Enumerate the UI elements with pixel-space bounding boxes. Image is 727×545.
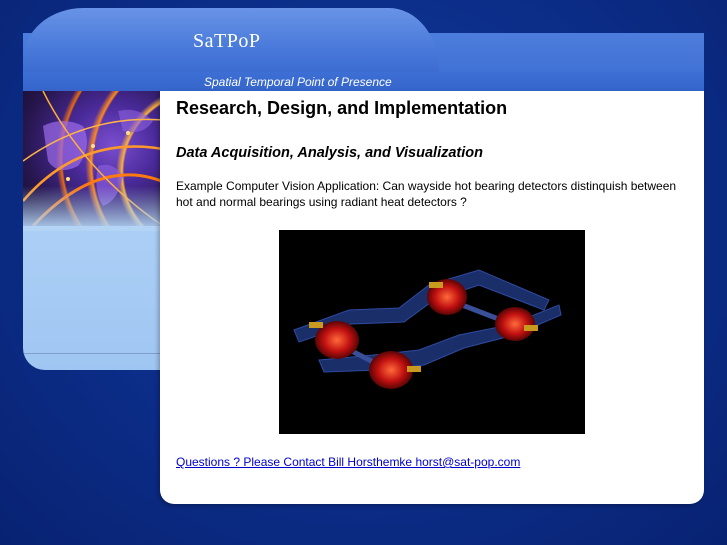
page-title: Research, Design, and Implementation — [176, 98, 508, 118]
main-content: Research, Design, and Implementation Dat… — [160, 91, 704, 504]
site-title: SaTPoP — [193, 30, 261, 52]
railcar-figure — [279, 230, 585, 434]
railcar-truck-image — [293, 269, 562, 389]
left-side-panel — [23, 91, 173, 370]
contact-link[interactable]: Questions ? Please Contact Bill Horsthem… — [176, 455, 520, 469]
panel-divider — [23, 353, 173, 354]
globe-fade — [23, 186, 173, 231]
description-text: Example Computer Vision Application: Can… — [176, 179, 677, 209]
section-subtitle: Data Acquisition, Analysis, and Visualiz… — [176, 145, 483, 161]
site-tagline: Spatial Temporal Point of Presence — [204, 75, 392, 89]
